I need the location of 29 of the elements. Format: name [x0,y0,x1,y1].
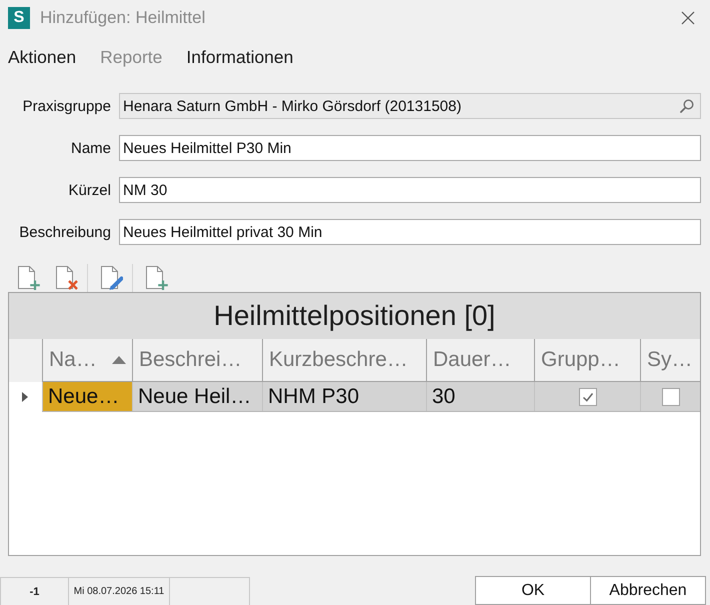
record-count: -1 [0,577,69,605]
edit-document-icon[interactable] [99,264,123,290]
checkbox[interactable] [578,388,596,406]
table-row[interactable]: Neue… Neue Heil… NHM P30 30 [42,382,700,412]
field-label: Kürzel [67,182,111,198]
table-cell: Neue… [42,382,132,411]
delete-document-icon[interactable] [54,264,78,290]
table-cell: 30 [426,382,534,411]
text-field[interactable]: NM 30 [119,177,701,203]
add-document-icon[interactable] [16,264,40,290]
app-logo: S [8,7,30,29]
menu-item[interactable]: Aktionen [8,46,76,68]
table-cell: NHM P30 [262,382,426,411]
dialog-button[interactable]: OK [475,576,591,605]
add-document-icon[interactable] [144,264,168,290]
field-label: Beschreibung [18,224,111,240]
text-field[interactable]: Neues Heilmittel P30 Min [119,135,701,161]
search-icon[interactable] [680,99,694,113]
grid-title: Heilmittelpositionen [0] [9,293,700,339]
text-field[interactable]: Neues Heilmittel privat 30 Min [119,219,701,245]
dialog-button[interactable]: Abbrechen [590,576,706,605]
close-icon[interactable] [681,11,695,25]
checkbox[interactable] [662,388,680,406]
field-label: Praxisgruppe [22,98,111,114]
window-title: Hinzufügen: Heilmittel [40,8,206,28]
table-cell: Neue Heil… [132,382,262,411]
field-label: Name [70,140,111,156]
lookup-field[interactable]: Henara Saturn GmbH - Mirko Görsdorf (20131508) [119,93,701,119]
menu-item[interactable]: Informationen [186,46,294,68]
